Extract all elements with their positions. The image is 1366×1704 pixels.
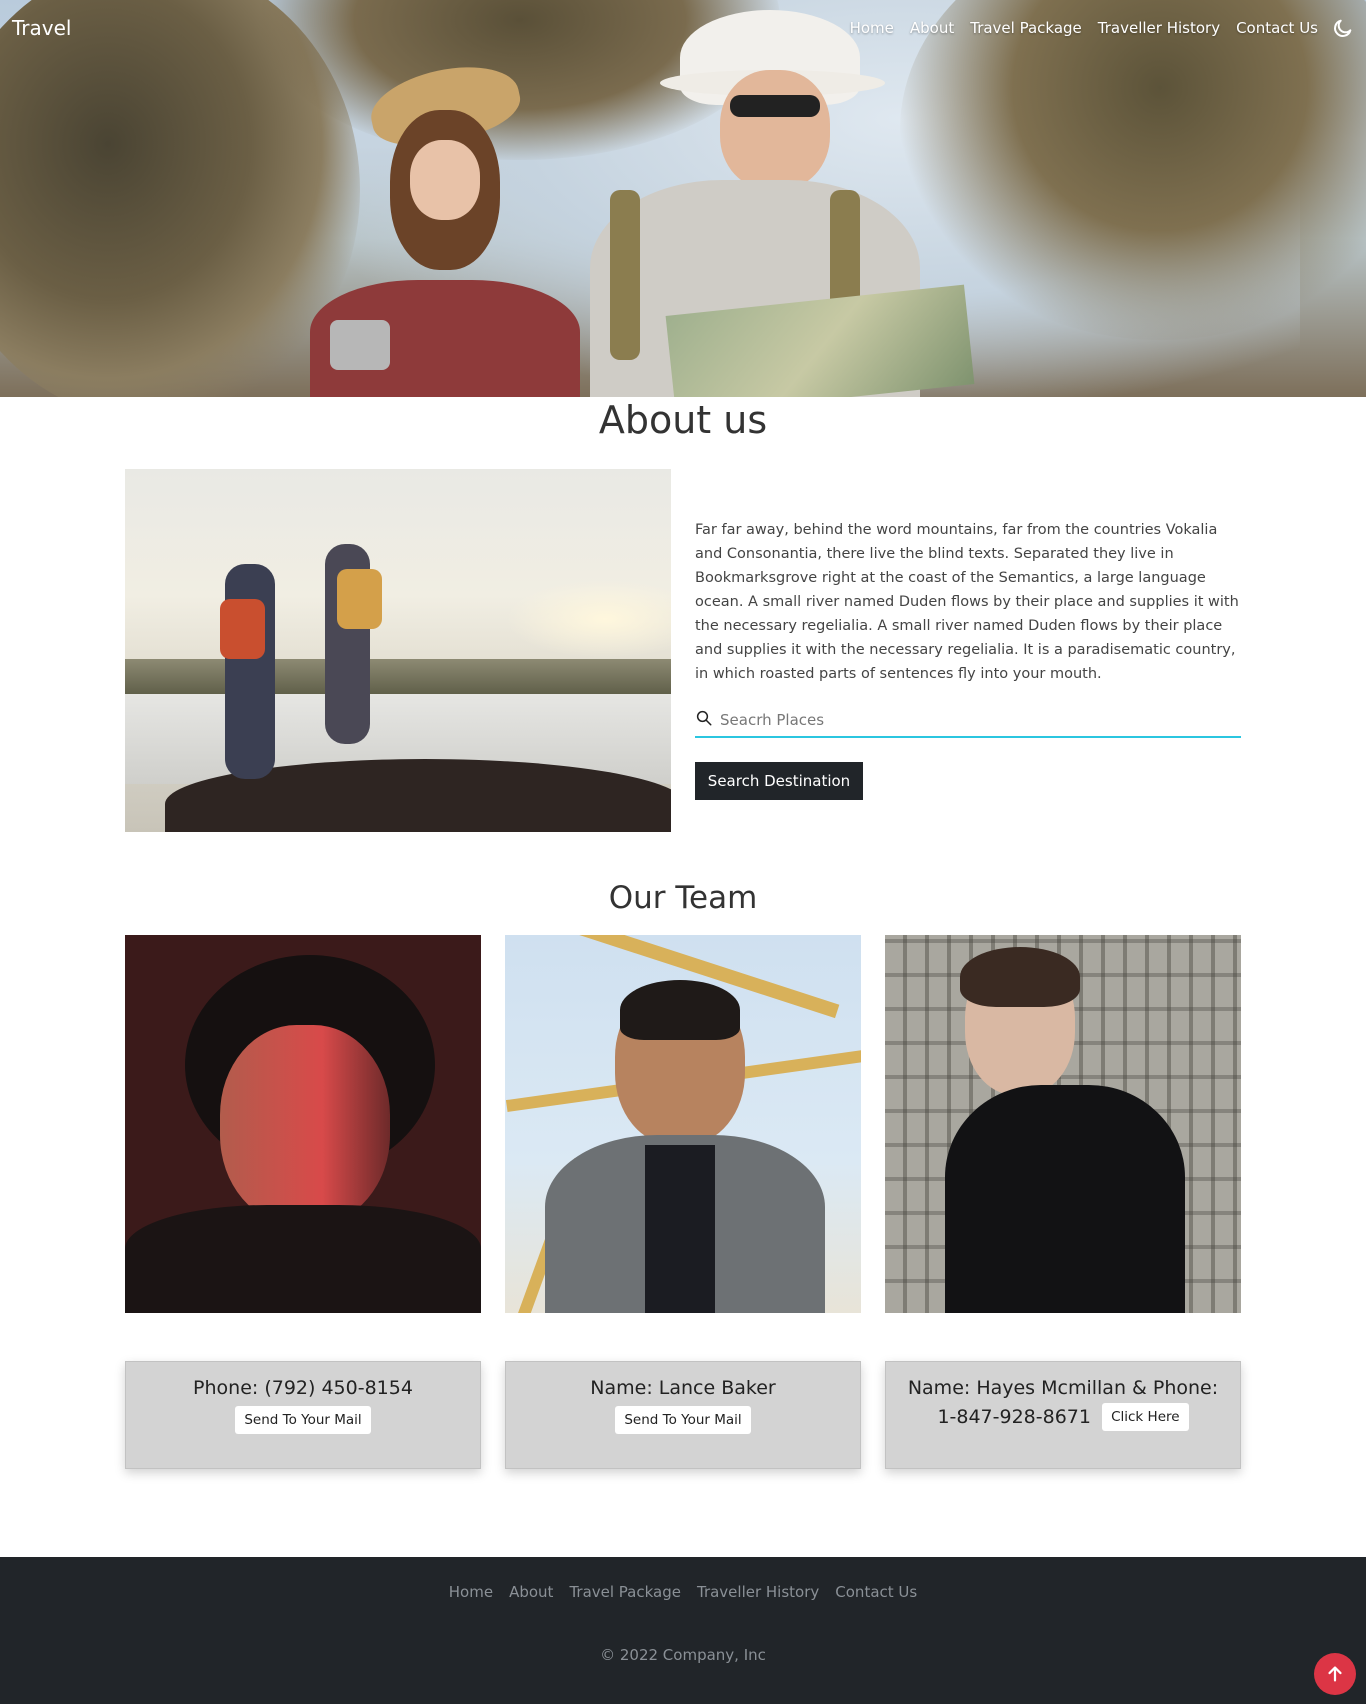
footer-home[interactable]: Home bbox=[449, 1583, 493, 1601]
search-input[interactable] bbox=[720, 706, 1220, 734]
team-card-phone: 1-847-928-8671 bbox=[937, 1406, 1091, 1428]
about-paragraph: Far far away, behind the word mountains,… bbox=[695, 522, 1239, 682]
man-figure bbox=[580, 0, 1040, 397]
nav-traveller-history[interactable]: Traveller History bbox=[1098, 19, 1220, 37]
brand-logo[interactable]: Travel bbox=[12, 16, 71, 40]
team-title: Our Team bbox=[608, 880, 758, 916]
send-to-mail-button[interactable]: Send To Your Mail bbox=[615, 1406, 751, 1434]
team-card-name-phone: Name: Hayes Mcmillan & Phone: bbox=[907, 1377, 1219, 1399]
footer: Home About Travel Package Traveller Hist… bbox=[0, 1557, 1366, 1704]
copyright: © 2022 Company, Inc bbox=[600, 1646, 766, 1664]
team-photo-2 bbox=[505, 935, 861, 1313]
team-photo-1 bbox=[125, 935, 481, 1313]
team-card-3: Name: Hayes Mcmillan & Phone: 1-847-928-… bbox=[885, 1361, 1241, 1469]
woman-figure bbox=[290, 55, 590, 397]
nav-home[interactable]: Home bbox=[850, 19, 894, 37]
navbar: Travel Home About Travel Package Travell… bbox=[0, 0, 1366, 56]
footer-links: Home About Travel Package Traveller Hist… bbox=[0, 1583, 1366, 1601]
nav-links: Home About Travel Package Traveller Hist… bbox=[850, 19, 1318, 37]
send-to-mail-button[interactable]: Send To Your Mail bbox=[235, 1406, 371, 1434]
about-image bbox=[125, 469, 671, 832]
team-card-phone: Phone: (792) 450-8154 bbox=[193, 1377, 413, 1399]
footer-contact-us[interactable]: Contact Us bbox=[835, 1583, 917, 1601]
search-field bbox=[695, 704, 1241, 738]
hero-banner bbox=[0, 0, 1366, 397]
footer-about[interactable]: About bbox=[509, 1583, 553, 1601]
team-card-1: Phone: (792) 450-8154 Send To Your Mail bbox=[125, 1361, 481, 1469]
arrow-up-icon bbox=[1328, 1666, 1342, 1682]
click-here-button[interactable]: Click Here bbox=[1102, 1403, 1189, 1431]
nav-travel-package[interactable]: Travel Package bbox=[970, 19, 1082, 37]
team-card-name: Name: Lance Baker bbox=[590, 1377, 776, 1399]
footer-travel-package[interactable]: Travel Package bbox=[569, 1583, 681, 1601]
nav-about[interactable]: About bbox=[910, 19, 954, 37]
search-destination-button[interactable]: Search Destination bbox=[695, 762, 863, 800]
back-to-top-button[interactable] bbox=[1314, 1653, 1356, 1695]
footer-traveller-history[interactable]: Traveller History bbox=[697, 1583, 819, 1601]
team-card-2: Name: Lance Baker Send To Your Mail bbox=[505, 1361, 861, 1469]
team-photo-3 bbox=[885, 935, 1241, 1313]
moon-icon[interactable] bbox=[1332, 17, 1354, 39]
about-title: About us bbox=[598, 398, 768, 442]
search-icon bbox=[696, 710, 712, 726]
nav-contact-us[interactable]: Contact Us bbox=[1236, 19, 1318, 37]
